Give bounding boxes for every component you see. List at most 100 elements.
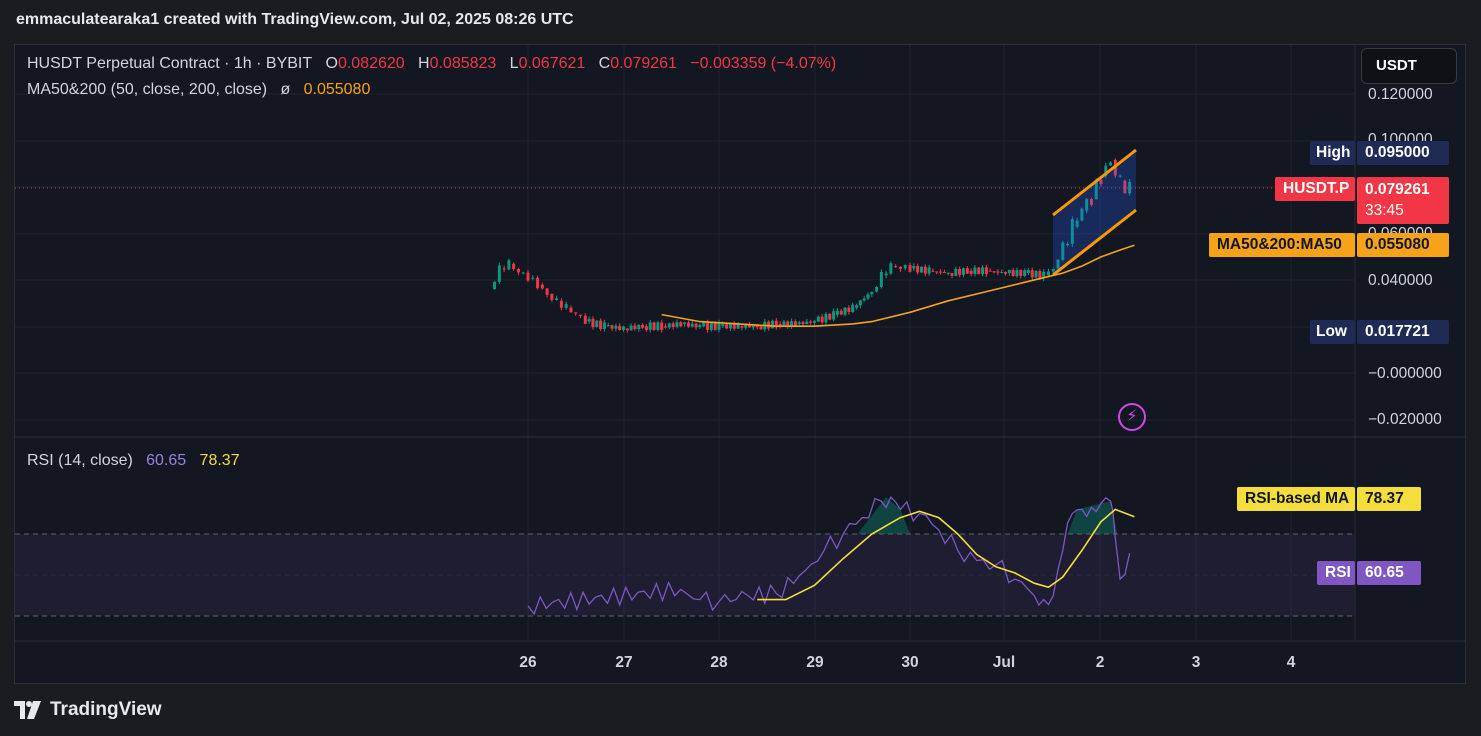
candle-body (686, 322, 690, 327)
high-tag-value: 0.095000 (1357, 141, 1449, 165)
candle-body (996, 271, 1000, 273)
candle-body (602, 322, 606, 329)
candle-body (694, 323, 698, 328)
candle-body (1015, 270, 1019, 277)
candle-body (916, 265, 920, 273)
ma-legend[interactable]: MA50&200 (50, close, 200, close) ø 0.055… (27, 81, 370, 99)
time-tick: 3 (1191, 654, 1201, 671)
rsi-tag-label: RSI (1317, 561, 1355, 585)
candle-body (536, 277, 540, 289)
candle-body (843, 307, 847, 315)
candle-body (832, 311, 836, 320)
symbol-line[interactable]: HUSDT Perpetual Contract · 1h · BYBIT (27, 55, 312, 72)
candle-body (744, 324, 748, 328)
candle-body (862, 298, 866, 301)
high-label: H (418, 55, 430, 72)
open-label: O (325, 55, 338, 72)
candle-body (629, 325, 633, 331)
candle-body (683, 322, 687, 324)
rsi-legend-text: RSI (14, close) (27, 452, 133, 469)
candle-body (526, 272, 530, 281)
price-tick: −0.020000 (1368, 411, 1442, 428)
candle-body (988, 270, 992, 272)
currency-button[interactable]: USDT (1361, 48, 1457, 84)
tradingview-logo[interactable]: TradingView (14, 699, 162, 721)
candle-body (1109, 162, 1113, 166)
bar-countdown: 33:45 (1365, 202, 1404, 219)
candle-body (675, 322, 679, 327)
time-tick: 4 (1286, 654, 1296, 671)
candle-body (690, 323, 694, 327)
candle-body (954, 268, 958, 276)
candle-body (502, 268, 506, 270)
candle-body (855, 305, 859, 308)
candle-body (889, 263, 893, 274)
candle-body (1034, 270, 1038, 278)
candle-body (516, 268, 520, 273)
candle-body (637, 324, 641, 329)
candle-body (851, 304, 855, 312)
candle-body (816, 316, 820, 322)
candle-body (591, 318, 595, 328)
candle-body (521, 272, 525, 274)
candle-body (992, 271, 996, 273)
price-tick: 0.040000 (1368, 272, 1433, 289)
time-tick: 29 (806, 654, 824, 671)
candle-body (641, 324, 645, 328)
candle-body (908, 265, 912, 272)
candle-body (717, 322, 721, 330)
ohlc-legend: HUSDT Perpetual Contract · 1h · BYBIT O 0… (27, 55, 836, 73)
ma-tag-label: MA50&200:MA50 (1209, 233, 1355, 257)
candle-body (512, 263, 516, 269)
candle-body (625, 328, 629, 331)
candle-body (550, 293, 554, 300)
time-tick: Jul (992, 654, 1016, 671)
candle-body (973, 267, 977, 274)
candle-body (610, 325, 614, 329)
candle-body (797, 322, 801, 324)
candle-body (606, 325, 610, 327)
candle-body (1046, 271, 1050, 276)
high-value: 0.085823 (429, 55, 497, 72)
candle-body (698, 324, 702, 328)
candle-body (770, 320, 774, 329)
candle-body (898, 266, 902, 269)
candle-body (939, 271, 943, 273)
candle-body (946, 272, 950, 274)
low-value: 0.067621 (518, 55, 586, 72)
candle-body (1030, 270, 1034, 278)
close-value: 0.079261 (610, 55, 677, 72)
change-value: −0.003359 (−4.07%) (690, 55, 837, 72)
rsi-legend[interactable]: RSI (14, close) 60.65 78.37 (27, 452, 240, 470)
time-tick: 26 (519, 654, 537, 671)
candle-body (958, 268, 962, 275)
candle-body (1038, 270, 1042, 279)
candle-body (709, 322, 713, 330)
lightning-icon[interactable]: ⚡ (1118, 403, 1146, 431)
chart-canvas[interactable] (0, 0, 1481, 736)
rsi-ma-legend-value: 78.37 (199, 452, 240, 469)
candle-body (828, 313, 832, 320)
last-price-value: 0.079261 (1365, 181, 1430, 198)
candle-body (984, 267, 988, 275)
candle-body (545, 288, 549, 295)
candle-body (679, 322, 683, 327)
high-tag-label: High (1310, 141, 1355, 165)
candle-body (507, 260, 511, 270)
candle-body (824, 313, 828, 323)
candle-body (1007, 269, 1011, 274)
rsi-ma-tag-label: RSI-based MA (1237, 487, 1355, 511)
candle-body (740, 326, 744, 328)
candle-body (903, 265, 907, 269)
price-tick: −0.000000 (1368, 365, 1442, 382)
candle-body (732, 323, 736, 329)
candle-body (981, 267, 985, 275)
candle-body (618, 325, 622, 330)
time-tick: 27 (615, 654, 633, 671)
candle-body (977, 267, 981, 275)
candle-body (574, 312, 578, 314)
candle-body (809, 321, 813, 323)
candle-body (923, 266, 927, 274)
rsi-overbought-fill (1067, 501, 1118, 534)
candle-body (1004, 272, 1007, 274)
